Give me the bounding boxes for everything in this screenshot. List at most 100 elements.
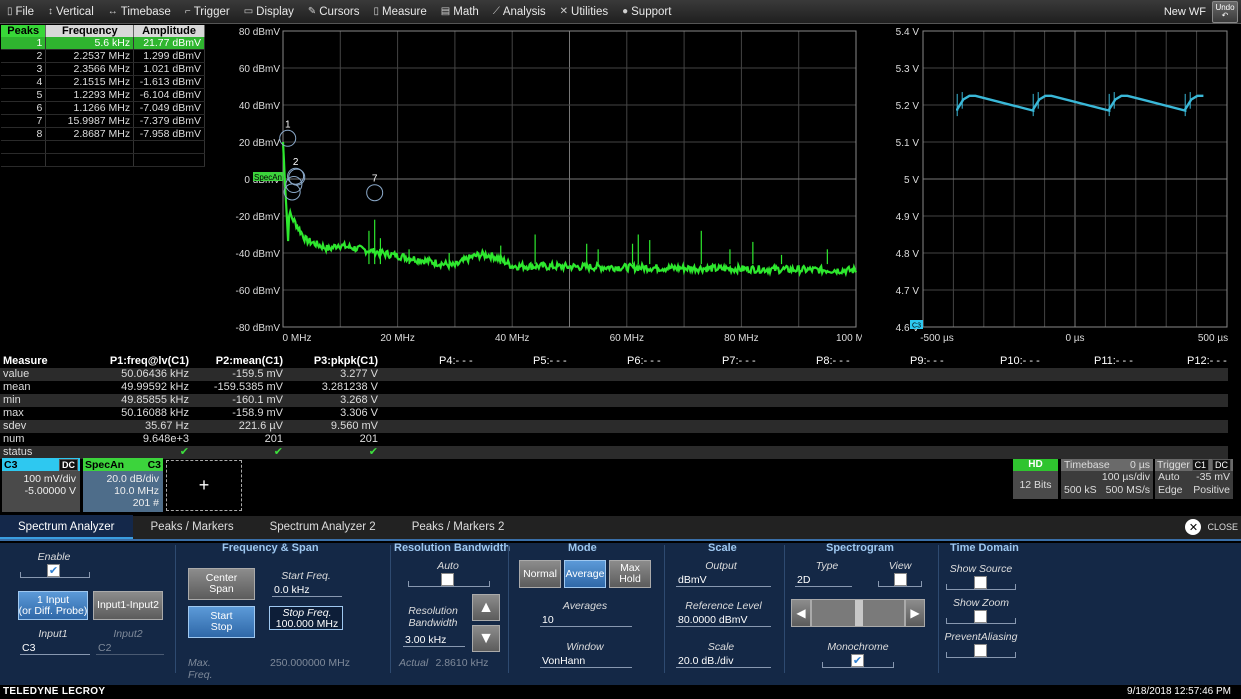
rbw-field[interactable]: 3.00 kHz [403, 633, 465, 647]
start-freq-label: Start Freq. [281, 570, 331, 582]
measure-header-empty[interactable]: P12:- - - [1187, 355, 1227, 368]
spectrogram-slider[interactable] [811, 599, 905, 627]
averages-field[interactable]: 10 [540, 613, 632, 627]
mode-normal-button[interactable]: Normal [519, 560, 561, 588]
measure-row: max 50.16088 kHz -158.9 mV 3.306 V [0, 407, 1228, 420]
mode-title: Mode [568, 542, 597, 554]
measure-header-empty[interactable]: P5:- - - [533, 355, 567, 368]
start-freq-field[interactable]: 0.0 kHz [272, 583, 342, 597]
measure-header-empty[interactable]: P11:- - - [1094, 355, 1133, 368]
menu-utilities[interactable]: ✕ Utilities [553, 0, 615, 24]
peak-markers: 1 2 7 [279, 119, 384, 202]
tab-spectrum-analyzer[interactable]: Spectrum Analyzer [0, 515, 133, 539]
time-domain-title: Time Domain [950, 542, 1019, 554]
measure-header-empty[interactable]: P4:- - - [439, 355, 473, 368]
measure-header-empty[interactable]: P7:- - - [722, 355, 756, 368]
measure-header-label[interactable]: Measure [3, 355, 48, 368]
input2-select[interactable]: C2 [96, 641, 164, 655]
rbw-decrease-button[interactable]: ▼ [472, 625, 500, 652]
mode-average-button[interactable]: Average [564, 560, 606, 588]
measure-header-empty[interactable]: P8:- - - [816, 355, 850, 368]
input1-select[interactable]: C3 [20, 641, 90, 655]
measure-cell: 201 [359, 433, 378, 445]
menu-timebase[interactable]: ↔ Timebase [101, 0, 178, 24]
specan-trace-tag[interactable]: SpecAn [253, 172, 283, 182]
trigger-descriptor[interactable]: Trigger C1 DC Auto -35 mV Edge Positive [1155, 459, 1233, 499]
peak-marker[interactable] [366, 184, 384, 202]
menu-file[interactable]: ▯ File [0, 0, 41, 24]
measure-header-p3[interactable]: P3:pkpk(C1) [314, 355, 378, 368]
measure-cell: 3.306 V [340, 407, 378, 419]
measure-header-p2[interactable]: P2:mean(C1) [216, 355, 283, 368]
stop-freq-field[interactable]: Stop Freq. 100.000 MHz [269, 606, 343, 630]
new-wf-button[interactable]: New WF [1164, 6, 1212, 18]
measure-header-p1[interactable]: P1:freq@lv(C1) [110, 355, 189, 368]
undo-icon: ↶ [1221, 11, 1229, 20]
spectrum-plot[interactable]: 80 dBmV60 dBmV40 dBmV20 dBmV0 dBmV-20 dB… [0, 24, 862, 346]
measure-cell: 50.06436 kHz [121, 368, 189, 380]
start-stop-button[interactable]: Start Stop [188, 606, 255, 638]
peak-marker[interactable] [279, 129, 297, 147]
hd-descriptor[interactable]: HD 12 Bits [1013, 459, 1058, 499]
input-diff-button[interactable]: Input1-Input2 [93, 591, 163, 620]
window-select[interactable]: VonHann [540, 654, 632, 668]
trigger-tags: C1 DC [1191, 459, 1231, 471]
rbw-increase-button[interactable]: ▲ [472, 594, 500, 621]
measure-header-empty[interactable]: P6:- - - [627, 355, 661, 368]
spectrogram-next-button[interactable]: ▶ [905, 599, 925, 627]
averages-label: Averages [562, 600, 608, 612]
timebase-rate: 500 MS/s [1105, 484, 1150, 496]
add-trace-button[interactable]: + [166, 460, 242, 511]
mode-maxhold-button[interactable]: Max Hold [609, 560, 651, 588]
menu-label: Math [453, 5, 479, 18]
menu-measure[interactable]: ▯ Measure [367, 0, 434, 24]
menu-support[interactable]: ● Support [615, 0, 678, 24]
menu-vertical[interactable]: ↕ Vertical [41, 0, 101, 24]
scale-field[interactable]: 20.0 dB./div [676, 654, 771, 668]
max-freq-value: 250.000000 MHz [270, 657, 350, 669]
spectrogram-type-select[interactable]: 2D [795, 573, 852, 587]
trigger-row1: Auto -35 mV [1155, 471, 1233, 484]
measure-cell: 9.648e+3 [142, 433, 189, 445]
spectrogram-slider-handle[interactable] [855, 600, 863, 626]
menu-math[interactable]: ▤ Math [434, 0, 486, 24]
tab-spectrum-analyzer-2[interactable]: Spectrum Analyzer 2 [252, 515, 394, 539]
c3-tag-label: C3 [912, 323, 921, 330]
timebase-descriptor[interactable]: Timebase 0 µs 100 µs/div 500 kS 500 MS/s [1061, 459, 1153, 499]
show-source-label: Show Source [949, 563, 1013, 575]
single-input-button[interactable]: 1 Input (or Diff. Probe) [18, 591, 88, 620]
channel-c3-descriptor[interactable]: C3 DC 100 mV/div -5.00000 V [2, 458, 80, 512]
ref-level-field[interactable]: 80.0000 dBmV [676, 613, 771, 627]
menu-trigger[interactable]: ⌐ Trigger [178, 0, 237, 24]
x-tick-label: 80 MHz [724, 333, 758, 344]
max-freq-label: Max. Freq. [188, 657, 213, 681]
x-tick-label: 500 µs [1198, 333, 1228, 344]
tab-peaks-markers[interactable]: Peaks / Markers [133, 515, 252, 539]
spectrogram-prev-button[interactable]: ◀ [791, 599, 811, 627]
measure-header-empty[interactable]: P9:- - - [910, 355, 944, 368]
undo-button[interactable]: Undo ↶ [1212, 1, 1238, 23]
measure-header-empty[interactable]: P10:- - - [1000, 355, 1040, 368]
specan-descriptor[interactable]: SpecAn C3 20.0 dB/div 10.0 MHz 201 # [83, 458, 163, 512]
timebase-row1: 100 µs/div [1061, 471, 1153, 484]
menu-cursors[interactable]: ✎ Cursors [301, 0, 367, 24]
menu-display[interactable]: ▭ Display [237, 0, 301, 24]
menu-analysis[interactable]: ⟋ Analysis [486, 0, 553, 24]
dialog-tabs: Spectrum Analyzer Peaks / Markers Spectr… [0, 515, 1241, 541]
analysis-icon: ⟋ [492, 6, 500, 17]
hd-bits: 12 Bits [1013, 471, 1058, 499]
rbw-label: Resolution Bandwidth [408, 605, 458, 629]
c3-trace-tag[interactable]: C3 [910, 320, 923, 330]
time-domain-plot[interactable]: 5.4 V5.3 V5.2 V5.1 V5 V4.9 V4.8 V4.7 V4.… [862, 24, 1241, 346]
tab-peaks-markers-2[interactable]: Peaks / Markers 2 [394, 515, 523, 539]
y-tick-label: 5.2 V [896, 101, 920, 112]
arrow-right-icon: ▶ [910, 605, 920, 620]
output-select[interactable]: dBmV [676, 573, 771, 587]
timebase-header: Timebase 0 µs [1061, 459, 1153, 471]
enable-label: Enable [37, 551, 71, 563]
measure-cell: -158.9 mV [232, 407, 283, 419]
close-button[interactable]: ✕ CLOSE [1185, 519, 1238, 535]
center-span-button[interactable]: Center Span [188, 568, 255, 600]
divider-6 [938, 545, 939, 673]
enable-bracket [20, 572, 90, 578]
